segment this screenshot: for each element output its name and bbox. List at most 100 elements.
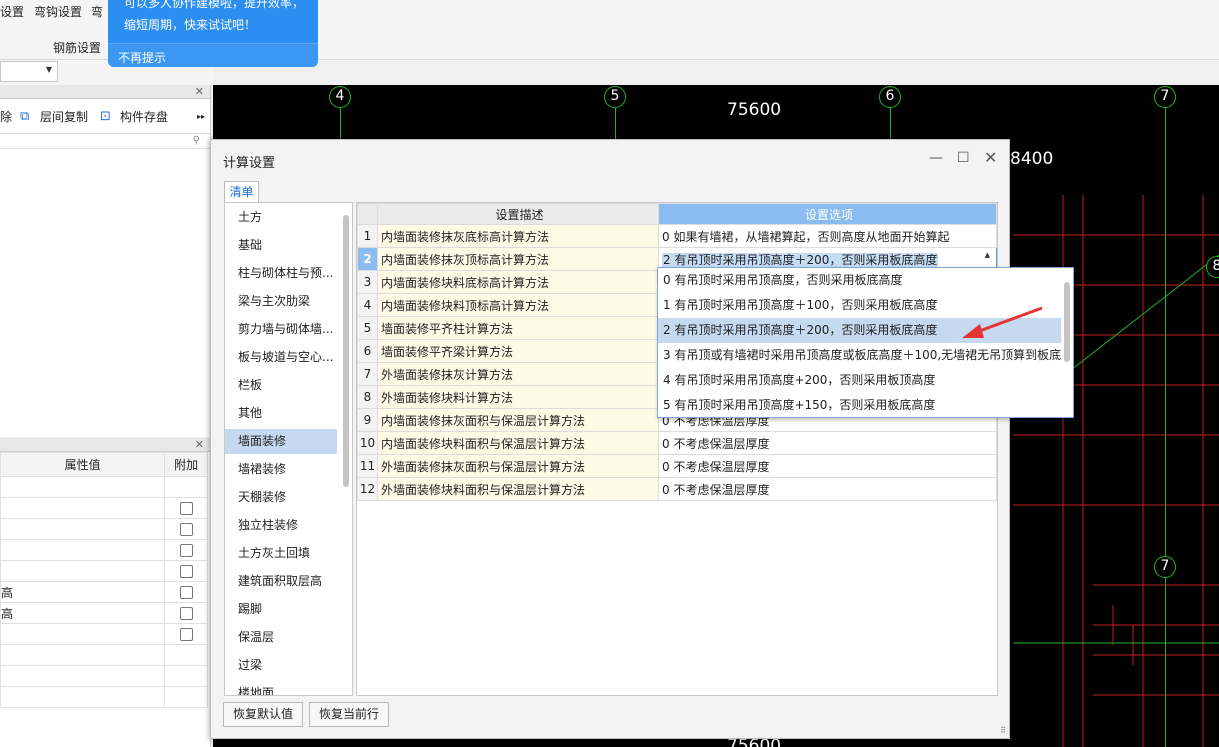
- close-icon[interactable]: ✕: [195, 85, 204, 98]
- dropdown-option[interactable]: 4 有吊顶时采用吊顶高度+200，否则采用板顶高度: [658, 368, 1061, 393]
- row-option[interactable]: 0 不考虑保温层厚度: [658, 454, 997, 478]
- extra-checkbox[interactable]: [179, 502, 193, 515]
- chevron-up-icon[interactable]: ▲: [985, 251, 990, 259]
- category-item[interactable]: 独立柱装修: [225, 513, 337, 538]
- extra-checkbox[interactable]: [179, 523, 193, 536]
- property-row: 高: [0, 581, 208, 603]
- property-extra: [164, 581, 208, 603]
- row-number: 4: [357, 293, 378, 317]
- dropdown-option[interactable]: 0 有吊顶时采用吊顶高度，否则采用板底高度: [658, 268, 1061, 293]
- property-value[interactable]: [0, 644, 166, 666]
- tab-bill[interactable]: 清单: [224, 181, 259, 202]
- minimize-icon[interactable]: —: [929, 150, 943, 166]
- category-item[interactable]: 梁与主次肋梁: [225, 289, 337, 314]
- menu-hook-settings[interactable]: 弯钩设置: [34, 3, 82, 20]
- property-row: [0, 539, 208, 561]
- category-item[interactable]: 过梁: [225, 653, 337, 678]
- dimension-right: 8400: [1010, 149, 1054, 169]
- dropdown-option[interactable]: 5 有吊顶时采用吊顶高度+150，否则采用板底高度: [658, 393, 1061, 417]
- row-number: 9: [357, 408, 378, 432]
- search-icon: ⚲: [192, 135, 200, 146]
- category-item[interactable]: 栏板: [225, 373, 337, 398]
- more-icon[interactable]: ▸▸: [197, 112, 205, 121]
- scrollbar[interactable]: [1064, 282, 1070, 362]
- restore-row-button[interactable]: 恢复当前行: [309, 702, 389, 727]
- delete-button[interactable]: 除: [0, 108, 12, 125]
- property-value[interactable]: [0, 686, 166, 708]
- property-extra: [164, 644, 208, 666]
- category-item[interactable]: 土方: [225, 205, 337, 230]
- tooltip-line1: 可以多人协作建模啦，提升效率，: [124, 0, 305, 10]
- row-number: 3: [357, 270, 378, 294]
- close-icon[interactable]: ✕: [195, 438, 204, 451]
- axis-bubble-5: 5: [604, 86, 626, 108]
- category-item[interactable]: 踢脚: [225, 597, 337, 622]
- extra-checkbox[interactable]: [179, 586, 193, 599]
- row-number: 1: [357, 224, 378, 248]
- collaboration-tooltip: 可以多人协作建模啦，提升效率， 缩短周期，快来试试吧！ 不再提示: [108, 0, 318, 67]
- property-value[interactable]: [0, 497, 166, 519]
- category-item[interactable]: 保温层: [225, 625, 337, 650]
- extra-checkbox[interactable]: [179, 544, 193, 557]
- dropdown-option[interactable]: 3 有吊顶或有墙裙时采用吊顶高度或板底高度＋100,无墙裙无吊顶算到板底: [658, 343, 1061, 368]
- category-item[interactable]: 天棚装修: [225, 485, 337, 510]
- property-value[interactable]: [0, 476, 166, 498]
- table-row[interactable]: 12 外墙面装修块料面积与保温层计算方法 0 不考虑保温层厚度: [357, 477, 997, 501]
- category-item[interactable]: 其他: [225, 401, 337, 426]
- extra-checkbox[interactable]: [179, 607, 193, 620]
- tooltip-line2: 缩短周期，快来试试吧！: [124, 18, 257, 32]
- component-store-button[interactable]: 构件存盘: [120, 108, 168, 125]
- property-row: [0, 623, 208, 645]
- dont-show-again-link[interactable]: 不再提示: [118, 49, 166, 66]
- row-option[interactable]: 0 不考虑保温层厚度: [658, 431, 997, 455]
- extra-checkbox[interactable]: [179, 565, 193, 578]
- property-value[interactable]: [0, 560, 166, 582]
- property-value[interactable]: 高: [0, 581, 166, 603]
- col-no: [357, 203, 378, 225]
- floor-copy-button[interactable]: 层间复制: [40, 108, 88, 125]
- category-item[interactable]: 建筑面积取层高: [225, 569, 337, 594]
- category-item[interactable]: 土方灰土回填: [225, 541, 337, 566]
- category-item[interactable]: 墙裙装修: [225, 457, 337, 482]
- row-number: 5: [357, 316, 378, 340]
- close-icon[interactable]: ✕: [984, 148, 997, 167]
- restore-defaults-button[interactable]: 恢复默认值: [223, 702, 303, 727]
- dimension-top: 75600: [727, 100, 782, 120]
- category-item[interactable]: 板与坡道与空心...: [225, 345, 337, 370]
- floor-combo[interactable]: ▼: [0, 61, 58, 82]
- scrollbar[interactable]: [343, 215, 349, 487]
- chevron-down-icon: ▼: [45, 65, 52, 74]
- property-value[interactable]: [0, 518, 166, 540]
- table-row[interactable]: 1 内墙面装修抹灰底标高计算方法 0 如果有墙裙，从墙裙算起，否则高度从地面开始算起: [357, 224, 997, 248]
- property-row: 高: [0, 602, 208, 624]
- category-item[interactable]: 柱与砌体柱与预...: [225, 261, 337, 286]
- table-row[interactable]: 10 内墙面装修块料面积与保温层计算方法 0 不考虑保温层厚度: [357, 431, 997, 455]
- property-value[interactable]: [0, 665, 166, 687]
- category-item[interactable]: 基础: [225, 233, 337, 258]
- property-row: [0, 518, 208, 540]
- row-option[interactable]: 0 如果有墙裙，从墙裙算起，否则高度从地面开始算起: [658, 224, 997, 248]
- property-value[interactable]: [0, 623, 166, 645]
- category-item[interactable]: 墙面装修: [225, 429, 337, 454]
- row-description: 外墙面装修块料计算方法: [377, 385, 659, 409]
- search-input[interactable]: ⚲: [0, 133, 210, 149]
- table-row[interactable]: 11 外墙面装修抹灰面积与保温层计算方法 0 不考虑保温层厚度: [357, 454, 997, 478]
- category-item[interactable]: 剪力墙与砌体墙...: [225, 317, 337, 342]
- menu-partial[interactable]: 弯: [91, 3, 103, 20]
- property-row: [0, 497, 208, 519]
- resize-grip-icon[interactable]: ⠿: [1000, 726, 1006, 735]
- col-description: 设置描述: [377, 203, 659, 225]
- property-value[interactable]: [0, 539, 166, 561]
- row-description: 内墙面装修块料面积与保温层计算方法: [377, 431, 659, 455]
- property-row: [0, 665, 208, 687]
- maximize-icon[interactable]: ☐: [957, 150, 970, 166]
- option-selected-text: 2 有吊顶时采用吊顶高度＋200，否则采用板底高度: [662, 252, 939, 267]
- row-option[interactable]: 0 不考虑保温层厚度: [658, 477, 997, 501]
- row-description: 内墙面装修抹灰面积与保温层计算方法: [377, 408, 659, 432]
- property-value[interactable]: 高: [0, 602, 166, 624]
- row-number: 10: [357, 431, 378, 455]
- rebar-settings-button[interactable]: 钢筋设置: [53, 39, 101, 56]
- menu-settings[interactable]: 设置: [0, 3, 24, 20]
- extra-checkbox[interactable]: [179, 628, 193, 641]
- category-item[interactable]: 楼地面: [225, 681, 337, 695]
